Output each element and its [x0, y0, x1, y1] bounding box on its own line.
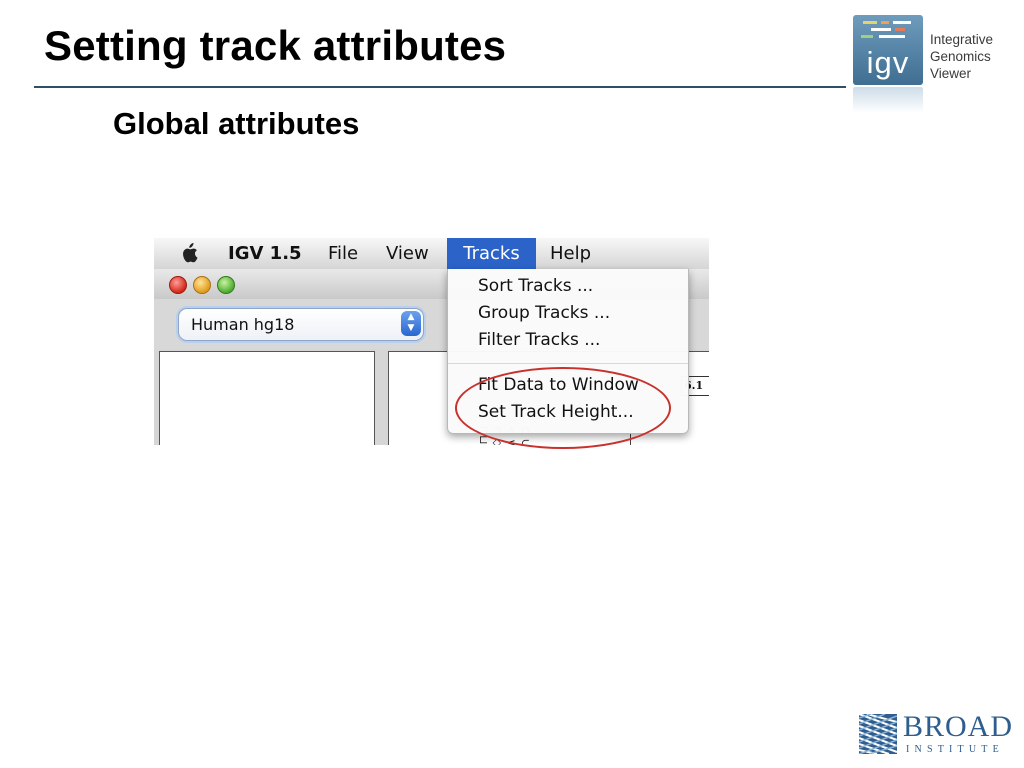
- igv-logo: igv Integrative Genomics Viewer: [853, 15, 1023, 115]
- menu-app-igv[interactable]: IGV 1.5: [228, 238, 302, 269]
- menu-item-sort-tracks[interactable]: Sort Tracks ...: [478, 276, 593, 296]
- mac-menubar: IGV 1.5 File View Tracks Help: [154, 238, 709, 270]
- igv-track-bars-icon: [861, 21, 911, 38]
- menu-help[interactable]: Help: [550, 238, 591, 269]
- slide-title: Setting track attributes: [44, 22, 507, 69]
- igv-logo-reflection: [853, 87, 923, 113]
- chevron-up-down-icon[interactable]: ▲ ▼: [401, 311, 421, 336]
- menu-item-filter-tracks[interactable]: Filter Tracks ...: [478, 330, 600, 350]
- igv-logo-line2: Genomics: [930, 49, 991, 64]
- broad-mark-icon: [859, 714, 897, 754]
- genome-select[interactable]: Human hg18 ▲ ▼: [178, 308, 424, 341]
- igv-logo-text: igv: [866, 45, 910, 80]
- zoom-window-button[interactable]: [217, 276, 235, 294]
- close-window-button[interactable]: [169, 276, 187, 294]
- apple-icon[interactable]: [180, 238, 198, 269]
- igv-logo-line3: Viewer: [930, 66, 972, 81]
- igv-logo-line1: Integrative: [930, 32, 994, 47]
- broad-name: BROAD: [903, 710, 1014, 743]
- title-divider: [34, 86, 846, 88]
- menu-tracks[interactable]: Tracks: [447, 238, 536, 269]
- igv-logo-words: Integrative Genomics Viewer: [930, 31, 993, 82]
- slide-subtitle: Global attributes: [113, 106, 360, 141]
- attribute-panel: [159, 351, 375, 445]
- minimize-window-button[interactable]: [193, 276, 211, 294]
- menu-file[interactable]: File: [328, 238, 358, 269]
- genome-select-value: Human hg18: [191, 315, 295, 334]
- menu-separator: [448, 363, 688, 364]
- menu-view[interactable]: View: [386, 238, 429, 269]
- highlight-ellipse: [455, 367, 671, 449]
- broad-institute-logo: BROAD INSTITUTE: [859, 710, 1012, 756]
- igv-logo-mark: igv: [853, 15, 923, 85]
- broad-institute-text: INSTITUTE: [906, 744, 1004, 755]
- menu-item-group-tracks[interactable]: Group Tracks ...: [478, 303, 610, 323]
